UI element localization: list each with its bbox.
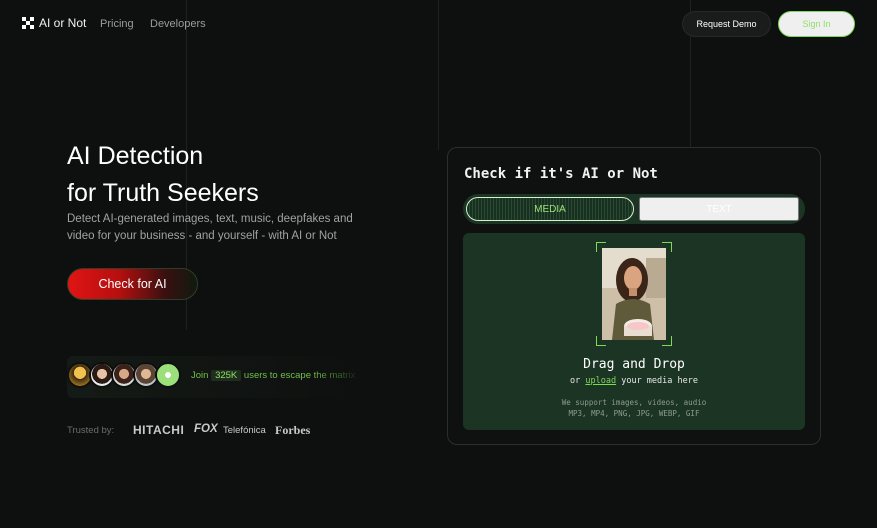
logo-text: AI or Not: [39, 16, 87, 30]
users-count-badge: 325K: [211, 370, 242, 381]
top-nav: AI or Not Pricing Developers Request Dem…: [0, 0, 877, 48]
proof-prefix: Join: [191, 370, 209, 381]
request-demo-button[interactable]: Request Demo: [682, 11, 771, 37]
brand-logo-telefonica: Telefónica: [223, 425, 266, 436]
tab-media[interactable]: MEDIA: [466, 197, 634, 221]
sign-in-button[interactable]: Sign In: [778, 11, 855, 37]
card-title: Check if it's AI or Not: [464, 166, 658, 182]
hero-subtitle: Detect AI-generated images, text, music,…: [67, 213, 353, 242]
avatar: [155, 362, 181, 388]
preview-frame: [596, 242, 672, 346]
hero-title: AI Detection for Truth Seekers: [67, 138, 259, 212]
brand-logo-forbes: Forbes: [275, 423, 311, 437]
check-for-ai-button[interactable]: Check for AI: [67, 268, 198, 300]
drop-subtitle: or upload your media here: [463, 376, 805, 386]
drop-or: or: [570, 376, 581, 386]
drop-title: Drag and Drop: [583, 357, 685, 372]
logo-icon: [22, 17, 34, 29]
users-count-text: Join 325K users to escape the matrix: [191, 370, 363, 381]
hero-title-line2: for Truth Seekers: [67, 179, 259, 207]
brand-logo-hitachi: HITACHI: [133, 423, 185, 437]
trusted-by-label: Trusted by:: [67, 425, 115, 436]
nav-link-developers[interactable]: Developers: [150, 18, 206, 30]
proof-suffix: users to escape the matrix: [243, 370, 356, 381]
sample-photo: [602, 248, 666, 340]
logo-link[interactable]: AI or Not: [22, 16, 86, 30]
media-drop-zone[interactable]: Drag and Drop or upload your media here …: [463, 233, 805, 430]
support-line-2: MP3, MP4, PNG, JPG, WEBP, GIF: [568, 409, 700, 418]
drop-rest: your media here: [621, 376, 698, 386]
nav-link-pricing[interactable]: Pricing: [100, 18, 134, 30]
support-line-1: We support images, videos, audio: [561, 398, 707, 407]
user-avatars: [67, 362, 187, 390]
mode-tabs: MEDIA TEXT: [463, 194, 805, 224]
ai-check-card: Check if it's AI or Not MEDIA TEXT Drag …: [447, 147, 821, 445]
upload-link[interactable]: upload: [585, 376, 616, 386]
supported-formats: We support images, videos, audio MP3, MP…: [463, 397, 805, 419]
hero-title-line1: AI Detection: [67, 142, 204, 170]
tab-text[interactable]: TEXT: [639, 197, 799, 221]
brand-logo-fox: FOX: [194, 423, 218, 435]
